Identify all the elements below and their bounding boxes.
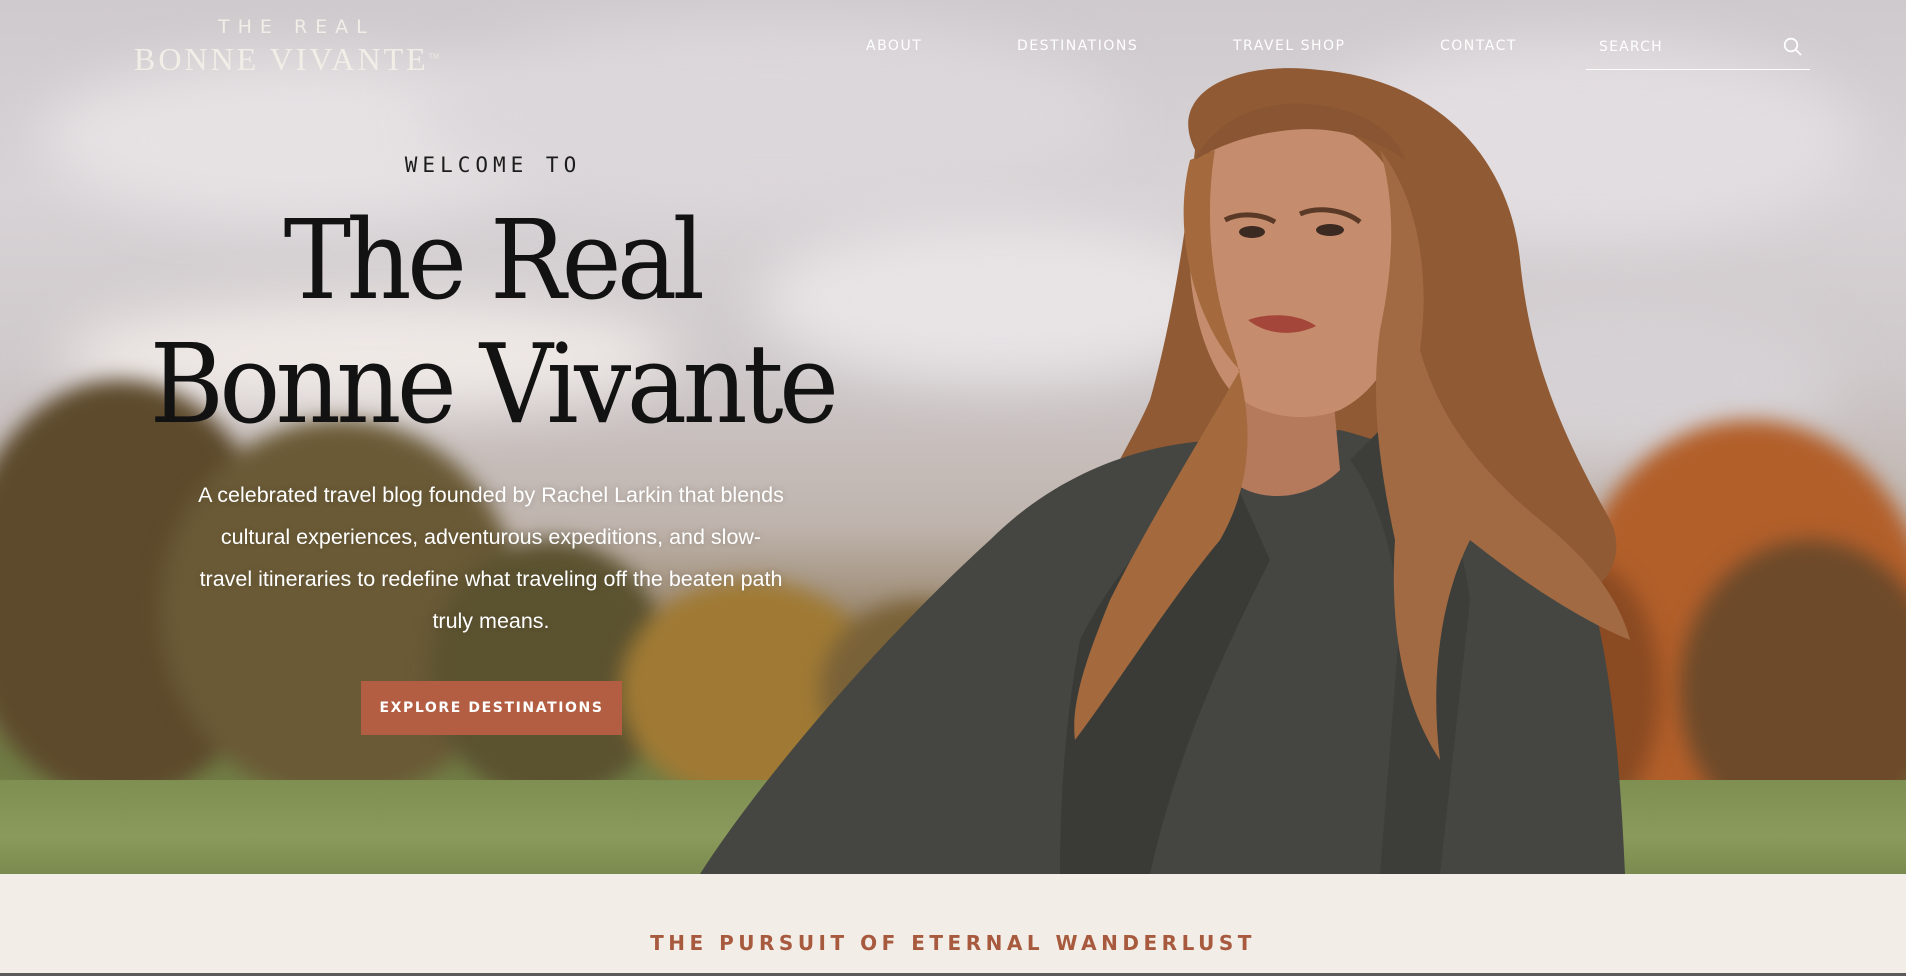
nav-about[interactable]: ABOUT (866, 38, 922, 54)
logo-top-text: THE REAL (218, 16, 375, 38)
search-input[interactable] (1599, 36, 1769, 58)
nav-contact[interactable]: CONTACT (1440, 38, 1517, 54)
hero-title-line2: Bonne Vivante (149, 320, 839, 448)
nav-travel-shop[interactable]: TRAVEL SHOP (1233, 38, 1345, 54)
search-icon[interactable] (1782, 36, 1804, 58)
logo-main-text: BONNE VIVANTETM (134, 41, 454, 78)
nav-destinations[interactable]: DESTINATIONS (1017, 38, 1138, 54)
hero-section: THE REAL BONNE VIVANTETM ABOUT DESTINATI… (0, 0, 1906, 874)
tagline-band (0, 874, 1906, 976)
trademark-mark: TM (428, 52, 440, 61)
hero-description: A celebrated travel blog founded by Rach… (198, 483, 784, 633)
tagline-heading: THE PURSUIT OF ETERNAL WANDERLUST (650, 931, 1256, 955)
hero-title: The Real Bonne Vivante (110, 198, 874, 446)
hero-eyebrow: WELCOME TO (404, 153, 582, 177)
logo-main-label: BONNE VIVANTE (134, 41, 429, 77)
explore-destinations-button[interactable]: EXPLORE DESTINATIONS (361, 681, 622, 735)
hero-title-line1: The Real (283, 196, 705, 324)
search-box (1586, 30, 1810, 70)
site-logo[interactable]: THE REAL BONNE VIVANTETM (134, 16, 454, 78)
